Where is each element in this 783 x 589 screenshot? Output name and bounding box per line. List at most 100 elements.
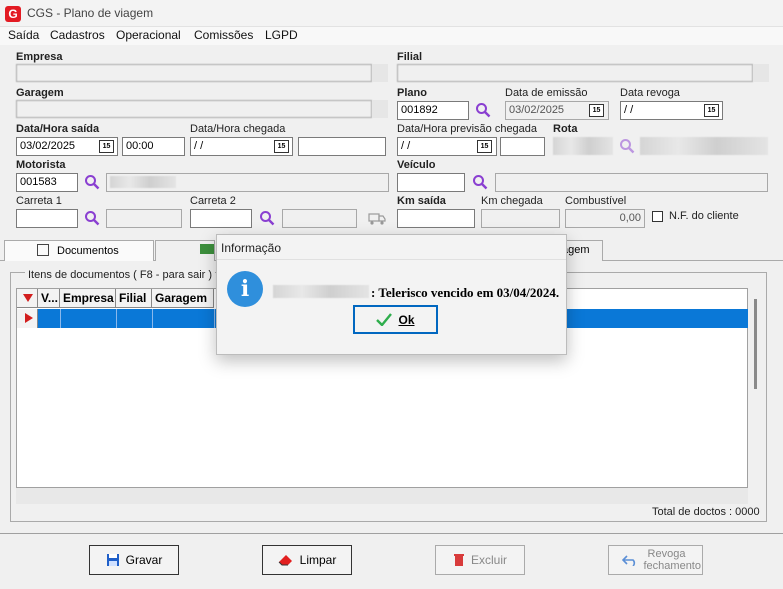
total-doctos-label: Total de doctos : 0000 — [652, 506, 760, 518]
rota-desc-field — [640, 137, 768, 155]
tab-documentos[interactable]: Documentos — [4, 240, 154, 261]
documents-icon — [37, 244, 49, 256]
plano-label: Plano — [397, 87, 427, 99]
km-saida-field[interactable] — [397, 209, 475, 228]
data-revoga-label: Data revoga — [620, 87, 680, 99]
column-header-v[interactable]: V... — [38, 289, 60, 308]
title-bar: G CGS - Plano de viagem — [0, 0, 783, 27]
eraser-icon — [278, 555, 292, 566]
gravar-button[interactable]: Gravar — [89, 545, 179, 575]
filial-dropdown-button[interactable] — [753, 64, 769, 82]
combustivel-field[interactable]: 0,00 — [565, 209, 645, 228]
rota-search-icon[interactable] — [619, 138, 635, 154]
motorista-label: Motorista — [16, 159, 66, 171]
carreta2-search-icon[interactable] — [259, 210, 275, 226]
combustivel-label: Combustível — [565, 195, 627, 207]
row-cell-divider — [60, 309, 61, 328]
data-hora-chegada-label: Data/Hora chegada — [190, 123, 286, 135]
garagem-label: Garagem — [16, 87, 64, 99]
empresa-label: Empresa — [16, 51, 63, 63]
km-saida-label: Km saída — [397, 195, 446, 207]
app-logo-icon: G — [5, 6, 21, 22]
rota-code-field[interactable] — [553, 137, 613, 155]
info-icon: i — [227, 271, 263, 307]
dialog-message: : Telerisco vencido em 03/04/2024. — [371, 285, 560, 300]
grid-footer — [16, 488, 748, 504]
data-hora-saida-label: Data/Hora saída — [16, 123, 100, 135]
items-group-label: Itens de documentos ( F8 - para sair ) — [25, 269, 216, 281]
menu-lgpd[interactable]: LGPD — [265, 28, 298, 42]
menu-cadastros[interactable]: Cadastros — [50, 28, 105, 42]
nf-cliente-label: N.F. do cliente — [669, 210, 739, 222]
motorista-field[interactable]: 001583 — [16, 173, 78, 192]
carreta2-desc-field — [282, 209, 357, 228]
filial-field[interactable] — [397, 64, 753, 82]
menu-bar: Saída Cadastros Operacional Comissões LG… — [0, 27, 783, 45]
veiculo-desc-field — [495, 173, 768, 192]
carreta1-label: Carreta 1 — [16, 195, 62, 207]
money-icon — [200, 244, 214, 254]
garagem-dropdown-button[interactable] — [372, 100, 388, 118]
dialog-title-divider — [217, 259, 566, 260]
column-header-filial[interactable]: Filial — [116, 289, 152, 308]
information-dialog: Informação i : Telerisco vencido em 03/0… — [216, 234, 567, 355]
checkmark-icon — [376, 313, 393, 326]
dialog-redacted-text — [273, 285, 369, 298]
trash-icon — [453, 554, 464, 566]
km-chegada-field[interactable] — [481, 209, 560, 228]
data-emissao-calendar-icon[interactable]: 15 — [589, 104, 604, 117]
km-chegada-label: Km chegada — [481, 195, 543, 207]
row-cell-divider — [116, 309, 117, 328]
data-revoga-calendar-icon[interactable]: 15 — [704, 104, 719, 117]
carreta2-field[interactable] — [190, 209, 252, 228]
dialog-title: Informação — [221, 241, 282, 255]
rota-label: Rota — [553, 123, 578, 135]
filial-label: Filial — [397, 51, 423, 63]
hora-chegada-field[interactable] — [298, 137, 386, 156]
row-pointer-icon — [25, 313, 33, 323]
truck-icon[interactable] — [368, 211, 386, 226]
carreta2-label: Carreta 2 — [190, 195, 236, 207]
plano-field[interactable]: 001892 — [397, 101, 469, 120]
veiculo-label: Veículo — [397, 159, 436, 171]
nf-cliente-checkbox[interactable] — [652, 211, 663, 222]
veiculo-field[interactable] — [397, 173, 465, 192]
excluir-button[interactable]: Excluir — [435, 545, 525, 575]
menu-saida[interactable]: Saída — [8, 28, 39, 42]
grid-menu-header[interactable] — [17, 289, 38, 308]
motorista-search-icon[interactable] — [84, 174, 100, 190]
chevron-down-icon — [23, 294, 33, 302]
carreta1-search-icon[interactable] — [84, 210, 100, 226]
hora-saida-field[interactable]: 00:00 — [122, 137, 185, 156]
menu-comissoes[interactable]: Comissões — [194, 28, 253, 42]
column-header-garagem[interactable]: Garagem — [152, 289, 214, 308]
data-saida-calendar-icon[interactable]: 15 — [99, 140, 114, 153]
window-title: CGS - Plano de viagem — [27, 6, 154, 20]
motorista-name-field — [106, 173, 389, 192]
vertical-scrollbar[interactable] — [754, 299, 757, 389]
carreta1-field[interactable] — [16, 209, 78, 228]
data-prev-calendar-icon[interactable]: 15 — [477, 140, 492, 153]
empresa-field[interactable] — [16, 64, 372, 82]
menu-operacional[interactable]: Operacional — [116, 28, 181, 42]
row-cell-divider — [214, 309, 215, 328]
plano-search-icon[interactable] — [475, 102, 491, 118]
carreta1-desc-field — [106, 209, 182, 228]
tab-second[interactable] — [155, 240, 215, 261]
column-header-empresa[interactable]: Empresa — [60, 289, 116, 308]
ok-button[interactable]: Ok — [353, 305, 438, 334]
garagem-field[interactable] — [16, 100, 372, 118]
data-hora-prev-label: Data/Hora previsão chegada — [397, 123, 538, 135]
data-emissao-label: Data de emissão — [505, 87, 588, 99]
save-icon — [106, 554, 119, 566]
veiculo-search-icon[interactable] — [472, 174, 488, 190]
revoga-fechamento-button[interactable]: Revoga fechamento — [608, 545, 703, 575]
row-cell-divider — [152, 309, 153, 328]
button-bar-divider — [0, 533, 783, 534]
limpar-button[interactable]: Limpar — [262, 545, 352, 575]
data-chegada-calendar-icon[interactable]: 15 — [274, 140, 289, 153]
undo-arrow-icon — [621, 555, 635, 566]
empresa-dropdown-button[interactable] — [372, 64, 388, 82]
hora-prev-field[interactable] — [500, 137, 545, 156]
row-indicator — [17, 309, 38, 328]
